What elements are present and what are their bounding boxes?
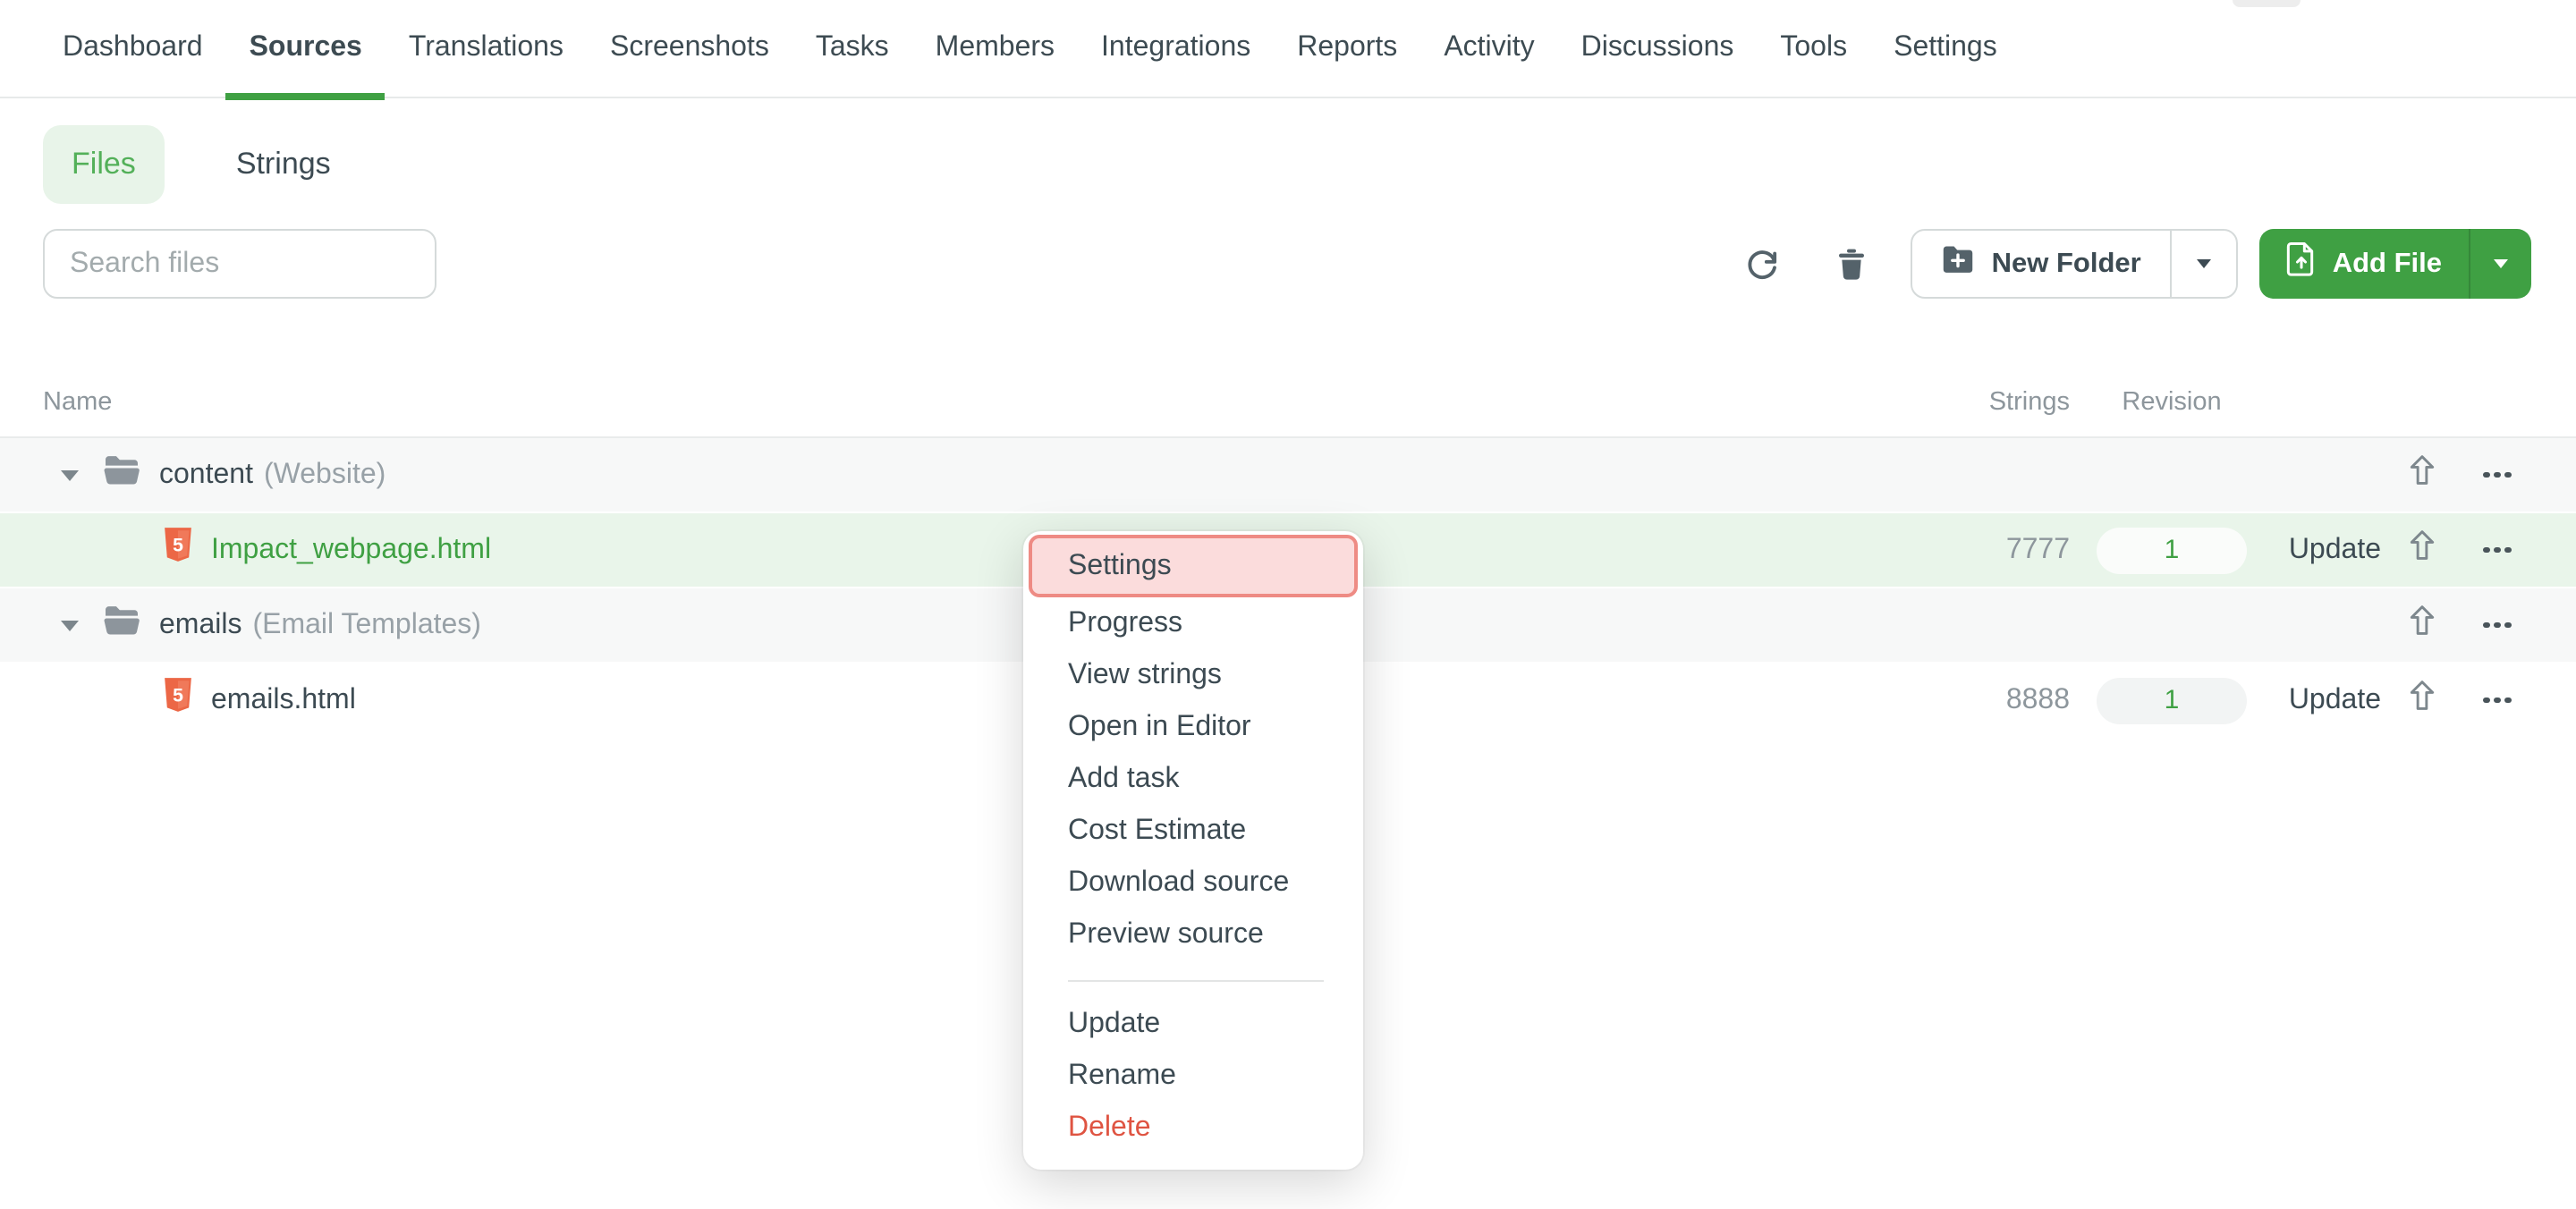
new-folder-dropdown[interactable] <box>2170 231 2236 297</box>
upload-arrow-icon[interactable] <box>2406 678 2438 723</box>
add-file-split-button: Add File <box>2259 229 2531 299</box>
column-header-name: Name <box>0 387 1884 416</box>
html5-file-icon: 5 <box>163 678 193 723</box>
nav-settings[interactable]: Settings <box>1870 0 2021 97</box>
ellipsis-icon[interactable] <box>2483 621 2512 628</box>
project-nav: Dashboard Sources Translations Screensho… <box>0 0 2576 98</box>
menu-item-preview-source[interactable]: Preview source <box>1023 909 1363 960</box>
files-toolbar: New Folder Add <box>43 229 2531 299</box>
add-file-dropdown[interactable] <box>2469 229 2531 299</box>
nav-activity[interactable]: Activity <box>1420 0 1557 97</box>
menu-item-update[interactable]: Update <box>1023 998 1363 1050</box>
menu-item-download-source[interactable]: Download source <box>1023 857 1363 909</box>
view-switch: Files Strings <box>43 125 360 204</box>
ellipsis-icon[interactable] <box>2483 697 2512 703</box>
folder-annotation: (Website) <box>264 459 386 491</box>
nav-reports[interactable]: Reports <box>1274 0 1420 97</box>
folder-icon <box>102 454 141 495</box>
trash-icon[interactable] <box>1833 244 1872 283</box>
folder-icon <box>102 604 141 646</box>
file-name-link[interactable]: emails.html <box>211 684 356 716</box>
nav-tools[interactable]: Tools <box>1757 0 1870 97</box>
nav-translations[interactable]: Translations <box>386 0 587 97</box>
strings-count: 7777 <box>1884 534 2070 566</box>
menu-item-progress[interactable]: Progress <box>1023 597 1363 649</box>
upload-arrow-icon[interactable] <box>2406 528 2438 572</box>
update-link[interactable]: Update <box>2289 684 2381 714</box>
new-folder-split-button: New Folder <box>1911 229 2238 299</box>
ellipsis-icon[interactable] <box>2483 546 2512 553</box>
revision-badge[interactable]: 1 <box>2097 527 2247 573</box>
nav-integrations[interactable]: Integrations <box>1078 0 1274 97</box>
tab-strings[interactable]: Strings <box>208 125 360 204</box>
upload-arrow-icon[interactable] <box>2406 452 2438 497</box>
chevron-down-icon <box>2494 259 2508 268</box>
menu-item-add-task[interactable]: Add task <box>1023 753 1363 805</box>
strings-count: 8888 <box>1884 684 2070 716</box>
new-folder-label: New Folder <box>1992 248 2141 280</box>
menu-item-open-in-editor[interactable]: Open in Editor <box>1023 701 1363 753</box>
file-context-menu: Settings Progress View strings Open in E… <box>1023 531 1363 1170</box>
search-input[interactable] <box>43 229 436 299</box>
nav-screenshots[interactable]: Screenshots <box>587 0 792 97</box>
menu-item-view-strings[interactable]: View strings <box>1023 649 1363 701</box>
add-file-button[interactable]: Add File <box>2259 229 2469 299</box>
refresh-icon[interactable] <box>1743 244 1783 283</box>
folder-name[interactable]: emails <box>159 609 242 641</box>
collapse-caret-icon[interactable] <box>59 620 80 630</box>
table-header: Name Strings Revision <box>0 367 2576 436</box>
folder-annotation: (Email Templates) <box>252 609 481 641</box>
nav-dashboard[interactable]: Dashboard <box>39 0 226 97</box>
chevron-down-icon <box>2197 259 2211 268</box>
sources-page: Dashboard Sources Translations Screensho… <box>0 0 2576 1209</box>
nav-discussions[interactable]: Discussions <box>1558 0 1758 97</box>
column-header-strings: Strings <box>1884 387 2070 416</box>
nav-members[interactable]: Members <box>912 0 1078 97</box>
file-name-link[interactable]: Impact_webpage.html <box>211 534 491 566</box>
ellipsis-icon[interactable] <box>2483 471 2512 478</box>
svg-text:5: 5 <box>173 534 183 555</box>
nav-tasks[interactable]: Tasks <box>792 0 912 97</box>
menu-divider <box>1068 980 1324 982</box>
update-link[interactable]: Update <box>2289 534 2381 564</box>
collapse-caret-icon[interactable] <box>59 469 80 480</box>
table-row-folder-content[interactable]: content (Website) <box>0 438 2576 512</box>
nav-sources[interactable]: Sources <box>226 0 386 97</box>
menu-item-settings[interactable]: Settings <box>1029 535 1358 597</box>
add-file-icon <box>2286 241 2317 286</box>
column-header-revision: Revision <box>2070 387 2274 416</box>
menu-item-delete[interactable]: Delete <box>1023 1102 1363 1154</box>
menu-item-cost-estimate[interactable]: Cost Estimate <box>1023 805 1363 857</box>
menu-item-rename[interactable]: Rename <box>1023 1050 1363 1102</box>
folder-name[interactable]: content <box>159 459 253 491</box>
html5-file-icon: 5 <box>163 528 193 572</box>
new-folder-button[interactable]: New Folder <box>1913 231 2170 297</box>
tab-files[interactable]: Files <box>43 125 165 204</box>
svg-text:5: 5 <box>173 684 183 706</box>
add-file-label: Add File <box>2333 248 2442 280</box>
new-folder-icon <box>1942 244 1976 283</box>
toolbar-actions: New Folder Add <box>1743 229 2531 299</box>
upload-arrow-icon[interactable] <box>2406 603 2438 647</box>
revision-badge[interactable]: 1 <box>2097 677 2247 723</box>
